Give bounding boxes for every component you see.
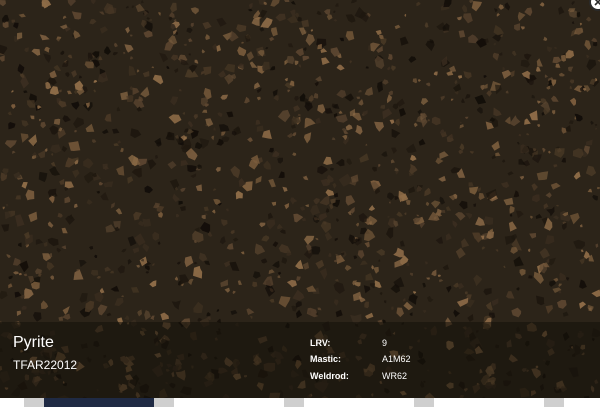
thumbnail-strip [0, 398, 600, 407]
thumbnail[interactable] [174, 398, 284, 407]
product-lightbox: Pyrite TFAR22012 LRV: 9 Mastic: A1M62 We… [0, 0, 600, 407]
spec-value-mastic: A1M62 [382, 354, 411, 364]
close-icon [594, 0, 600, 6]
product-info-bar [0, 322, 600, 398]
thumbnail[interactable] [24, 398, 44, 407]
thumbnail[interactable] [544, 398, 564, 407]
thumbnail-active[interactable] [44, 398, 154, 407]
thumbnail[interactable] [284, 398, 304, 407]
spec-label-lrv: LRV: [310, 338, 331, 348]
spec-label-mastic: Mastic: [310, 354, 342, 364]
spec-label-weldrod: Weldrod: [310, 371, 349, 381]
thumbnail[interactable] [434, 398, 544, 407]
product-code: TFAR22012 [13, 358, 78, 372]
spec-value-weldrod: WR62 [382, 371, 408, 381]
thumbnail[interactable] [304, 398, 414, 407]
thumbnail[interactable] [154, 398, 174, 407]
thumbnail[interactable] [564, 398, 600, 407]
thumbnail[interactable] [414, 398, 434, 407]
spec-value-lrv: 9 [382, 338, 388, 348]
product-name: Pyrite [13, 334, 54, 351]
thumbnail[interactable] [0, 398, 24, 407]
